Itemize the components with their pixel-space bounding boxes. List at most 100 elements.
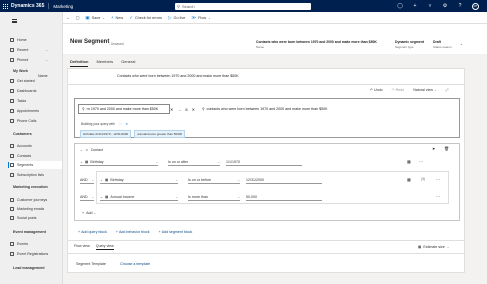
tab-members[interactable]: Members — [96, 59, 113, 67]
sidebar-item-label: Social posts — [17, 216, 37, 220]
sidebar-item-accounts[interactable]: Accounts — [10, 142, 62, 150]
condition-value-input[interactable]: 50,000 — [246, 193, 322, 201]
sidebar-item-recent[interactable]: Recent ⌄ — [10, 46, 62, 54]
plus-icon[interactable]: + — [412, 3, 418, 9]
tab-query-view[interactable]: Query view — [95, 244, 114, 250]
more-icon[interactable]: ⋯ — [436, 194, 440, 199]
tab-flow-view[interactable]: Flow view — [74, 244, 90, 250]
sidebar-item-contacts[interactable]: Contacts — [10, 152, 62, 160]
arrow-right-icon[interactable]: → — [177, 107, 181, 112]
sidebar-item-segments[interactable]: Segments — [8, 161, 62, 169]
thumbs-up-icon[interactable]: ♡ — [119, 122, 122, 126]
query-text-input[interactable]: ⚲ rn 1970 and 2000 and make more than $5… — [78, 104, 170, 114]
settings-icon[interactable]: ⚙ — [442, 3, 448, 9]
share-icon[interactable]: ➤ — [432, 146, 435, 151]
lightbulb-icon[interactable]: ◯ — [397, 3, 403, 9]
query-counter: 8 — [185, 106, 188, 112]
go-live-button[interactable]: ▷ Go live — [168, 15, 185, 21]
query-chip[interactable]: annualincome greater than 50000 — [134, 130, 186, 138]
save-status: - Unsaved — [109, 41, 124, 46]
search-icon: ⚲ — [177, 3, 180, 9]
add-segment-block-button[interactable]: + Add segment block — [159, 230, 193, 234]
sidebar-item-tasks[interactable]: Tasks — [10, 97, 62, 105]
sidebar-item-event-registrations[interactable]: Event Registrations — [10, 250, 62, 258]
refresh-icon[interactable]: ↻ — [125, 122, 128, 126]
pin-icon — [10, 58, 14, 62]
plus-icon: + — [110, 15, 114, 20]
add-button[interactable]: + Add ⌄ — [82, 209, 96, 217]
help-icon[interactable]: ? — [457, 3, 463, 9]
back-button[interactable]: ← — [66, 16, 70, 20]
add-query-block-button[interactable]: + Add query block — [78, 230, 107, 234]
brand-name[interactable]: Dynamics 365 — [10, 3, 50, 9]
popout-button[interactable]: ▢ — [76, 15, 80, 20]
sidebar-item-label: Marketing emails — [17, 207, 45, 211]
global-search-input[interactable]: ⚲ Search — [175, 2, 311, 10]
condition-field-dropdown[interactable]: ⌄ ▦ Birthday ⌄ — [100, 176, 178, 184]
tab-general[interactable]: General — [121, 59, 135, 67]
condition-value-input[interactable]: 1/1/1970 — [226, 158, 302, 166]
app-launcher-icon[interactable] — [0, 0, 10, 12]
chevron-down-icon: ⌄ — [45, 58, 48, 62]
condition-value-text: 12/31/2000 — [246, 177, 264, 182]
query-suggestion[interactable]: ⚲ contacts who were born between 1970 an… — [202, 104, 328, 114]
and-operator-dropdown[interactable]: AND ⌄ — [80, 193, 94, 201]
choose-template-link[interactable]: Choose a template — [120, 262, 150, 266]
sidebar-item-label: Events — [17, 242, 28, 246]
sidebar-item-label: Dashboards — [17, 89, 37, 93]
sidebar-item-appointments[interactable]: Appointments — [10, 107, 62, 115]
sidebar-item-label: Tasks — [17, 99, 27, 103]
add-behavior-block-button[interactable]: + Add behavior block — [116, 230, 150, 234]
search-icon: ⚲ — [82, 107, 85, 111]
sidebar-item-subscription-lists[interactable]: Subscription lists — [10, 171, 62, 179]
filter-icon[interactable]: ▿ — [427, 3, 433, 9]
condition-operator-value: Is on or after — [168, 159, 189, 164]
query-chip[interactable]: birthdate 01/01/1970 - 12/31/2000 — [80, 130, 132, 138]
condition-operator-dropdown[interactable]: Is more than ⌄ — [188, 193, 240, 201]
undo-button[interactable]: ↶ Undo — [370, 88, 383, 92]
hamburger-icon[interactable] — [12, 19, 17, 24]
condition-operator-dropdown[interactable]: Is on or after ⌄ — [168, 158, 220, 166]
sidebar-item-get-started[interactable]: Get started — [10, 77, 62, 85]
app-name[interactable]: Marketing — [49, 4, 73, 9]
redo-button[interactable]: ↷ Redo — [392, 88, 405, 92]
condition-operator-dropdown[interactable]: Is on or before ⌄ — [188, 176, 240, 184]
calendar-icon[interactable]: ▦ — [407, 159, 411, 164]
more-icon[interactable]: ⋯ — [436, 177, 440, 182]
sidebar-item-events[interactable]: Events — [10, 240, 62, 248]
sidebar-item-customer-journeys[interactable]: Customer journeys — [10, 196, 62, 204]
close-icon[interactable]: ✕ — [192, 107, 195, 112]
new-button[interactable]: + New — [111, 15, 123, 20]
flow-button[interactable]: ≫ Flow ⌄ — [191, 15, 210, 21]
name-field-input[interactable]: Contacts who were born between 1970 and … — [117, 74, 239, 78]
condition-field-dropdown[interactable]: ⌄ ▦ Annual Income ⌄ — [100, 193, 178, 201]
building-query-label: Building your query with ♡ ↻ — [81, 122, 128, 126]
query-block-entity[interactable]: ⌄ ☺ Contact — [80, 146, 103, 154]
chevron-down-icon[interactable]: ⌄ — [460, 42, 463, 46]
save-button[interactable]: ▣ Save ⌄ — [85, 15, 104, 21]
tab-definition[interactable]: Definition — [70, 59, 89, 67]
chevron-down-icon: ⌄ — [93, 211, 97, 215]
sidebar-item-dashboards[interactable]: Dashboards — [10, 87, 62, 95]
condition-value-input[interactable]: 12/31/2000 — [246, 176, 322, 184]
calendar-icon[interactable]: ▦ — [407, 177, 411, 182]
collapse-icon: ⌄ — [100, 177, 104, 182]
chevron-down-icon: ⌄ — [45, 48, 48, 52]
collapse-icon: ⌄ — [100, 194, 104, 199]
sidebar-item-phone-calls[interactable]: Phone Calls — [10, 117, 62, 125]
sidebar-item-social-posts[interactable]: Social posts — [10, 214, 62, 222]
clear-icon[interactable]: ✕ — [170, 107, 173, 112]
expand-icon[interactable]: ⤢ — [446, 88, 449, 92]
journey-icon — [10, 198, 14, 202]
sidebar-item-marketing-emails[interactable]: Marketing emails — [10, 205, 62, 213]
delete-icon[interactable]: 🗑 — [444, 146, 449, 151]
avatar[interactable]: MT — [472, 2, 479, 10]
sidebar-item-home[interactable]: Home — [10, 36, 62, 44]
more-icon[interactable]: ⋯ — [419, 159, 423, 164]
and-operator-dropdown[interactable]: AND ⌄ — [80, 176, 94, 184]
view-dropdown[interactable]: Natural view ⌄ — [413, 88, 436, 92]
estimate-size-button[interactable]: ▦ Estimate size ⌄ — [418, 245, 449, 249]
check-errors-button[interactable]: ✓ Check for errors — [129, 15, 162, 21]
sidebar-item-pinned[interactable]: Pinned ⌄ — [10, 56, 62, 64]
condition-field-dropdown[interactable]: ⌄ ▦ Birthday ⌄ — [80, 158, 158, 166]
